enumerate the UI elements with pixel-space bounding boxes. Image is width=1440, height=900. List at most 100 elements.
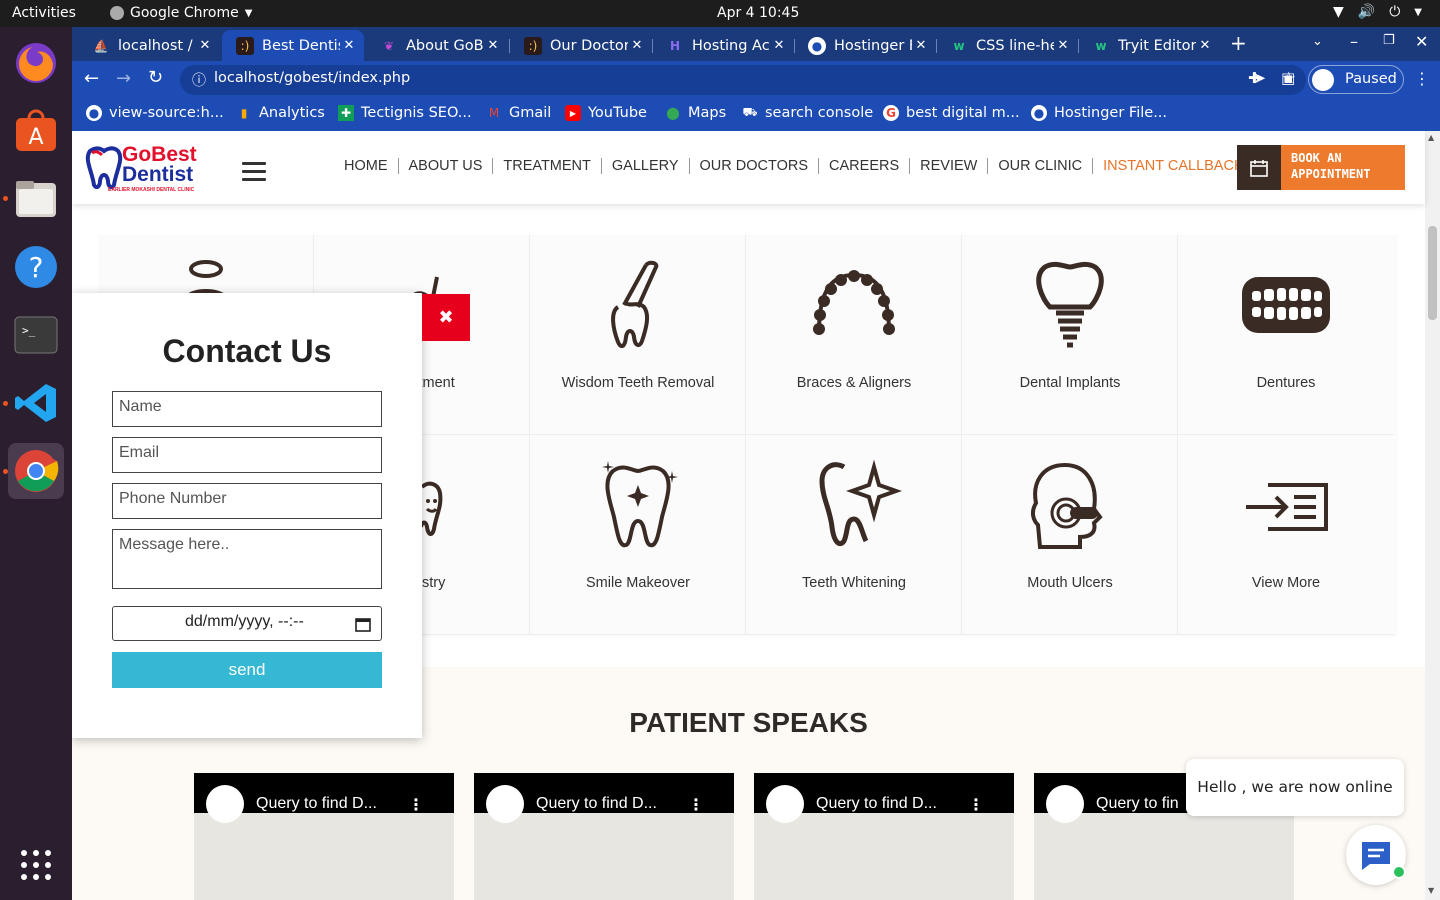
activities-button[interactable]: Activities [12,5,76,21]
vscode-launcher[interactable] [8,375,64,431]
extensions-icon[interactable]: ✚ [1248,69,1261,87]
video-card-2[interactable]: Query to find D... ⋮ [474,773,734,900]
tab-close-icon[interactable]: ✕ [196,38,214,53]
bookmark-tectignis[interactable]: ✚ Tectignis SEO... [338,105,472,121]
address-bar[interactable]: ⓘ localhost/gobest/index.php ➤ ☆ [180,65,1306,95]
new-tab-button[interactable]: + [1230,31,1247,55]
book-appointment-button[interactable]: BOOK AN APPOINTMENT [1237,145,1405,190]
tab-close-icon[interactable]: ✕ [628,38,646,53]
bookmark-gmail[interactable]: M Gmail [486,105,552,121]
tab-hostinger-files[interactable]: ● Hostinger F ✕ [794,30,936,61]
message-field[interactable]: Message here.. [112,529,382,589]
nav-our-doctors[interactable]: OUR DOCTORS [690,158,820,174]
book-line-2: APPOINTMENT [1291,167,1371,181]
site-logo[interactable]: GoBest Dentist EARLIER MOKASHI DENTAL CL… [84,143,214,195]
tooth-favicon: :) [236,36,254,55]
tab-our-doctors[interactable]: :) Our Doctor ✕ [510,30,652,61]
nav-gallery[interactable]: GALLERY [602,158,690,174]
tab-localhost[interactable]: ⛵ localhost / l ✕ [78,30,220,61]
dentures-icon [1242,277,1330,333]
bookmark-label: view-source:h... [109,105,224,121]
video-menu-icon[interactable]: ⋮ [408,795,424,814]
svg-text:?: ? [29,251,44,284]
bookmark-analytics[interactable]: ▮ Analytics [236,105,325,121]
bookmark-youtube[interactable]: ▶ YouTube [565,105,647,121]
service-card-wisdom-teeth[interactable]: Wisdom Teeth Removal [530,235,746,435]
hamburger-menu-icon[interactable] [242,162,266,182]
tab-close-icon[interactable]: ✕ [770,38,788,53]
video-menu-icon[interactable]: ⋮ [968,795,984,814]
files-launcher[interactable] [8,171,64,227]
app-menu[interactable]: Google Chrome ▼ [110,5,252,21]
close-window-icon[interactable]: ✕ [1415,32,1428,51]
nav-treatment[interactable]: TREATMENT [493,158,602,174]
scrollbar-thumb[interactable] [1428,226,1437,320]
service-card-smile-makeover[interactable]: Smile Makeover [530,435,746,635]
nav-careers[interactable]: CAREERS [819,158,911,174]
calendar-icon[interactable] [355,616,371,632]
tab-close-icon[interactable]: ✕ [912,38,930,53]
service-card-dentures[interactable]: Dentures [1178,235,1394,435]
forward-icon[interactable]: → [116,68,131,89]
service-card-view-more[interactable]: View More [1178,435,1394,635]
bookmark-search-console[interactable]: ⛟ search console [742,105,873,121]
bookmark-best-digital[interactable]: Gbest digital m... [883,105,1020,121]
reload-icon[interactable]: ↻ [148,67,163,88]
email-field[interactable]: Email [112,437,382,473]
tab-search-icon[interactable]: ⌄ [1312,34,1323,49]
video-card-3[interactable]: Query to find D... ⋮ [754,773,1014,900]
back-icon[interactable]: ← [84,68,99,89]
side-panel-icon[interactable]: ▣ [1281,69,1295,87]
service-card-mouth-ulcers[interactable]: Mouth Ulcers [962,435,1178,635]
nav-instant-callback[interactable]: INSTANT CALLBACK [1093,158,1253,174]
chrome-launcher[interactable] [8,443,64,499]
bookmark-label: YouTube [588,105,647,121]
service-card-implants[interactable]: Dental Implants [962,235,1178,435]
braces-icon [813,270,895,335]
help-launcher[interactable]: ? [8,239,64,295]
clock[interactable]: Apr 4 10:45 [717,5,799,21]
datetime-field[interactable]: dd/mm/yyyy, --:-- [112,606,382,641]
minimize-icon[interactable]: – [1350,32,1358,51]
maximize-icon[interactable]: ❐ [1383,33,1395,48]
system-tray[interactable]: ▼ 🔊 ⏻ ▼ [1333,4,1422,20]
popup-close-button[interactable]: ✖ [422,294,470,341]
phone-field[interactable]: Phone Number [112,483,382,519]
nav-about-us[interactable]: ABOUT US [399,158,494,174]
nav-our-clinic[interactable]: OUR CLINIC [988,158,1094,174]
site-info-icon[interactable]: ⓘ [192,70,206,90]
service-card-braces[interactable]: Braces & Aligners [746,235,962,435]
tab-tryit-editor[interactable]: w Tryit Editor ✕ [1078,30,1220,61]
scroll-down-icon[interactable]: ▼ [1428,886,1434,895]
chat-greeting-bubble[interactable]: Hello , we are now online [1186,759,1404,816]
scroll-up-icon[interactable]: ▲ [1428,133,1434,142]
channel-avatar [766,785,804,823]
tab-css-line-height[interactable]: w CSS line-hei ✕ [936,30,1078,61]
service-card-whitening[interactable]: Teeth Whitening [746,435,962,635]
software-launcher[interactable]: A [8,103,64,159]
tab-close-icon[interactable]: ✕ [1054,38,1072,53]
show-apps-button[interactable] [20,849,52,881]
name-field[interactable]: Name [112,391,382,427]
tab-close-icon[interactable]: ✕ [340,38,358,53]
send-button[interactable]: send [112,652,382,688]
tab-about-gobest[interactable]: ❦ About GoB ✕ [366,30,508,61]
tab-best-dentist[interactable]: :) Best Dentis ✕ [222,30,364,61]
tab-close-icon[interactable]: ✕ [1196,38,1214,53]
video-card-1[interactable]: Query to find D... ⋮ [194,773,454,900]
bookmark-maps[interactable]: ⬤ Maps [665,105,726,121]
firefox-launcher[interactable] [8,35,64,91]
nav-review[interactable]: REVIEW [910,158,989,174]
logo-text-bottom: Dentist [122,163,194,186]
tab-title: Hostinger F [834,37,912,54]
terminal-launcher[interactable]: >_ [8,307,64,363]
bookmark-view-source[interactable]: ● view-source:h... [86,105,224,121]
page-scrollbar[interactable]: ▲ ▼ [1425,131,1440,900]
tab-close-icon[interactable]: ✕ [484,38,502,53]
video-menu-icon[interactable]: ⋮ [688,795,704,814]
nav-home[interactable]: HOME [334,158,399,174]
profile-button[interactable]: Paused [1308,65,1404,94]
tab-hosting-account[interactable]: H Hosting Ac ✕ [652,30,794,61]
bookmark-hostinger-file[interactable]: ● Hostinger File... [1031,105,1167,121]
chrome-menu-icon[interactable]: ⋮ [1414,69,1430,88]
